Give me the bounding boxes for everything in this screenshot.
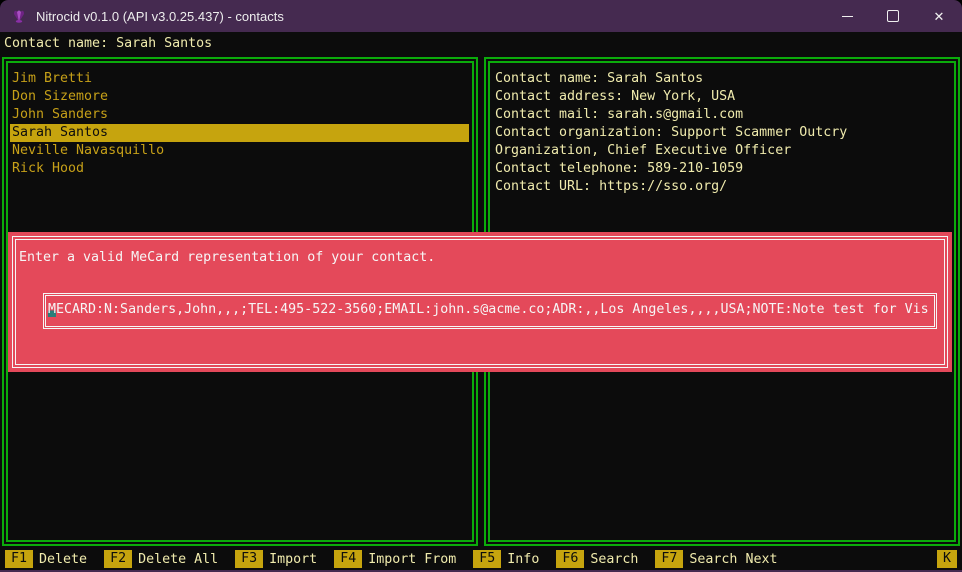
nitrocid-app-icon — [11, 8, 27, 24]
mecard-dialog-inner: Enter a valid MeCard representation of y… — [15, 239, 945, 365]
fkey-label: Import — [269, 552, 317, 567]
nitrocid-window: Nitrocid v0.1.0 (API v3.0.25.437) - cont… — [0, 0, 962, 572]
text-cursor: M — [48, 302, 56, 317]
fkey-import-from[interactable]: F4 Import From — [334, 550, 456, 568]
mecard-dialog: Enter a valid MeCard representation of y… — [8, 232, 952, 372]
detail-line: Contact name: Sarah Santos — [493, 70, 951, 88]
window-controls: ✕ — [824, 0, 962, 32]
mecard-dialog-border: Enter a valid MeCard representation of y… — [12, 236, 948, 368]
list-item[interactable]: Rick Hood — [10, 160, 469, 178]
list-item[interactable]: John Sanders — [10, 106, 469, 124]
list-item-selected[interactable]: Sarah Santos — [10, 124, 469, 142]
mecard-input-text: ECARD:N:Sanders,John,,,;TEL:495-522-3560… — [56, 302, 929, 317]
f6-key-badge[interactable]: F6 — [556, 550, 584, 568]
close-button[interactable]: ✕ — [916, 0, 962, 32]
fkey-search-next[interactable]: F7 Search Next — [655, 550, 777, 568]
f7-key-badge[interactable]: F7 — [655, 550, 683, 568]
fkey-delete[interactable]: F1 Delete — [5, 550, 87, 568]
fkey-label: Delete — [39, 552, 87, 567]
maximize-icon — [887, 10, 899, 22]
fkey-info[interactable]: F5 Info — [473, 550, 539, 568]
window-title: Nitrocid v0.1.0 (API v3.0.25.437) - cont… — [36, 9, 284, 24]
terminal-screen: Contact name: Sarah Santos Jim Bretti Do… — [0, 32, 962, 572]
fkey-label: Info — [507, 552, 539, 567]
detail-line: Contact address: New York, USA — [493, 88, 951, 106]
detail-line: Contact telephone: 589-210-1059 — [493, 160, 951, 178]
f4-key-badge[interactable]: F4 — [334, 550, 362, 568]
status-bar: Contact name: Sarah Santos — [0, 32, 962, 56]
fkey-search[interactable]: F6 Search — [556, 550, 638, 568]
mecard-input[interactable]: MECARD:N:Sanders,John,,,;TEL:495-522-356… — [48, 301, 934, 319]
list-item[interactable]: Neville Navasquillo — [10, 142, 469, 160]
mecard-prompt: Enter a valid MeCard representation of y… — [19, 249, 944, 267]
mecard-input-box: MECARD:N:Sanders,John,,,;TEL:495-522-356… — [43, 293, 937, 329]
list-item[interactable]: Jim Bretti — [10, 70, 469, 88]
detail-line: Contact URL: https://sso.org/ — [493, 178, 951, 196]
detail-line: Organization, Chief Executive Officer — [493, 142, 951, 160]
fkey-import[interactable]: F3 Import — [235, 550, 317, 568]
f3-key-badge[interactable]: F3 — [235, 550, 263, 568]
fkey-label: Import From — [368, 552, 456, 567]
function-key-bar: F1 Delete F2 Delete All F3 Import F4 Imp… — [0, 548, 962, 570]
k-key-badge[interactable]: K — [937, 550, 957, 568]
fkey-label: Search Next — [689, 552, 777, 567]
f1-key-badge[interactable]: F1 — [5, 550, 33, 568]
close-icon: ✕ — [934, 10, 945, 23]
fkey-label: Delete All — [138, 552, 218, 567]
minimize-button[interactable] — [824, 0, 870, 32]
f2-key-badge[interactable]: F2 — [104, 550, 132, 568]
detail-line: Contact mail: sarah.s@gmail.com — [493, 106, 951, 124]
fkey-label: Search — [590, 552, 638, 567]
mecard-input-border: MECARD:N:Sanders,John,,,;TEL:495-522-356… — [45, 295, 935, 327]
title-bar: Nitrocid v0.1.0 (API v3.0.25.437) - cont… — [0, 0, 962, 32]
maximize-button[interactable] — [870, 0, 916, 32]
detail-line: Contact organization: Support Scammer Ou… — [493, 124, 951, 142]
list-item[interactable]: Don Sizemore — [10, 88, 469, 106]
minimize-icon — [842, 16, 853, 17]
fkey-delete-all[interactable]: F2 Delete All — [104, 550, 218, 568]
f5-key-badge[interactable]: F5 — [473, 550, 501, 568]
